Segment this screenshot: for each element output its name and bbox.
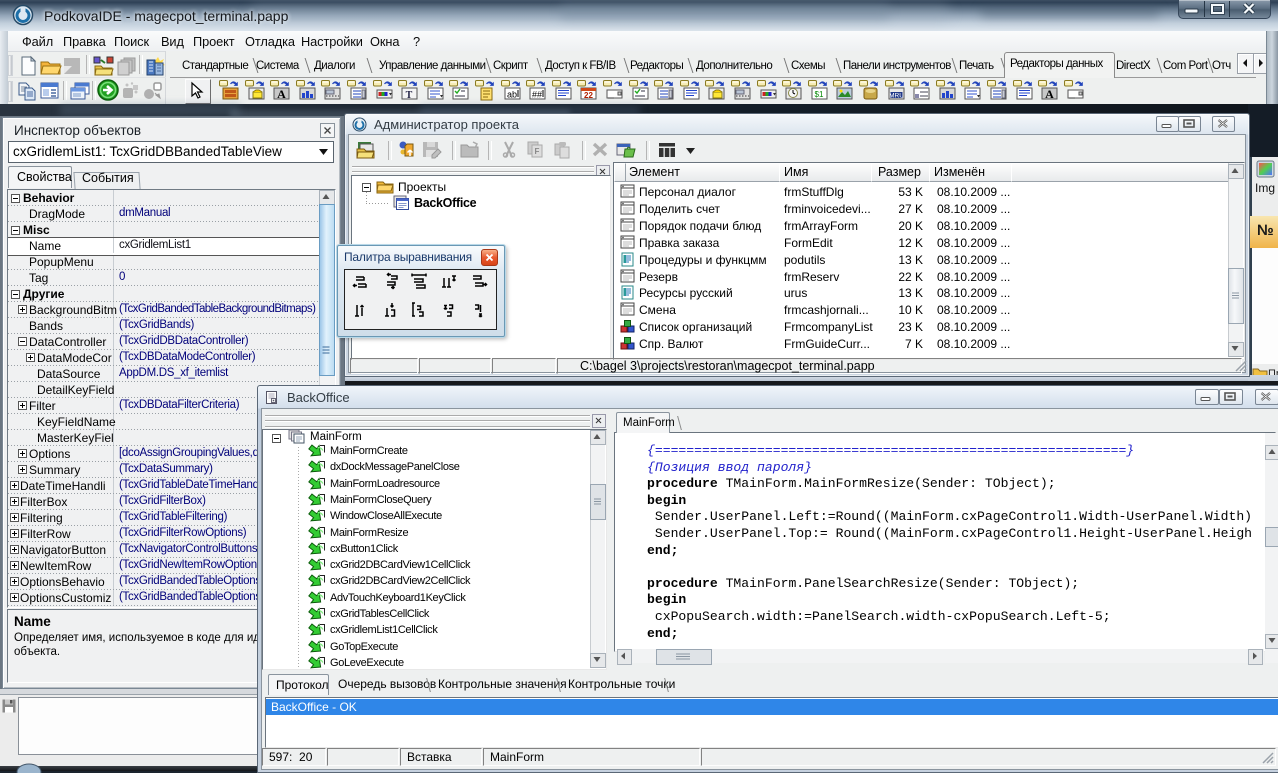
svg-text:T: T — [406, 90, 413, 101]
svg-text:MRU: MRU — [889, 93, 904, 100]
svg-text:A: A — [277, 87, 286, 101]
svg-text:F: F — [535, 147, 540, 156]
svg-text:##: ## — [532, 90, 542, 100]
svg-text:$1: $1 — [814, 90, 823, 99]
svg-text:A: A — [1045, 87, 1054, 101]
svg-text:ab: ab — [507, 90, 517, 100]
svg-text:22: 22 — [584, 91, 593, 100]
